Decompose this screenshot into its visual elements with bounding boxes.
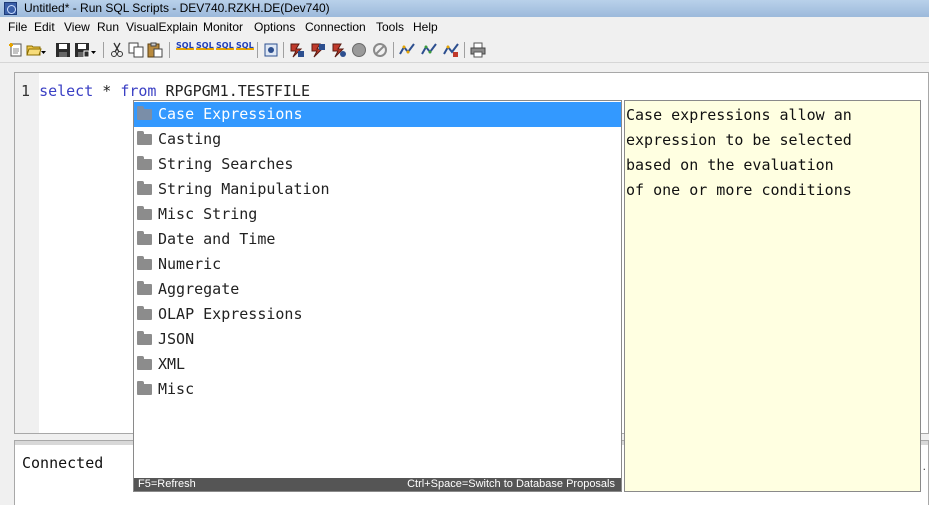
folder-icon	[137, 381, 152, 395]
folder-icon	[137, 206, 152, 220]
folder-icon	[137, 131, 152, 145]
menu-help[interactable]: Help	[413, 18, 438, 37]
app-icon	[4, 2, 17, 15]
toolbar-separator	[103, 42, 104, 58]
assist-description-panel: Case expressions allow an expression to …	[624, 100, 921, 492]
folder-icon	[137, 106, 152, 120]
folder-icon	[137, 256, 152, 270]
assist-item-label: Date and Time	[158, 230, 276, 248]
run-selected-icon[interactable]: SQL	[216, 41, 234, 50]
menu-connection[interactable]: Connection	[305, 18, 366, 37]
menu-monitor[interactable]: Monitor	[203, 18, 243, 37]
refresh-hint[interactable]: F5=Refresh	[138, 478, 196, 491]
assist-item-string-searches[interactable]: String Searches	[134, 152, 621, 177]
assist-item-misc[interactable]: Misc	[134, 377, 621, 402]
assist-item-label: Numeric	[158, 255, 222, 273]
assist-item-date-and-time[interactable]: Date and Time	[134, 227, 621, 252]
assist-item-label: String Manipulation	[158, 180, 330, 198]
assist-item-label: Case Expressions	[158, 105, 303, 123]
assist-footer: F5=Refresh Ctrl+Space=Switch to Database…	[134, 478, 621, 491]
toolbar-separator	[257, 42, 258, 58]
menu-run[interactable]: Run	[97, 18, 119, 37]
cut-icon[interactable]	[109, 42, 125, 58]
run-from-selected-icon[interactable]: SQL	[196, 41, 214, 50]
folder-icon	[137, 281, 152, 295]
menu-file[interactable]: File	[8, 18, 27, 37]
menu-tools[interactable]: Tools	[376, 18, 404, 37]
save-icon[interactable]	[55, 42, 71, 58]
folder-icon	[137, 356, 152, 370]
folder-icon	[137, 306, 152, 320]
assist-item-json[interactable]: JSON	[134, 327, 621, 352]
save-dropdown-icon[interactable]	[91, 42, 97, 58]
visual-explain-icon[interactable]	[331, 42, 347, 58]
open-dropdown-icon[interactable]	[41, 42, 47, 58]
toolbar: SQL SQL SQL SQL	[0, 38, 929, 63]
editor-gutter	[15, 73, 39, 433]
monitor-icon[interactable]	[421, 42, 437, 58]
monitor-stop-icon[interactable]	[443, 42, 459, 58]
line-number: 1	[21, 82, 31, 100]
explain-icon[interactable]	[289, 42, 305, 58]
menu-visualexplain[interactable]: VisualExplain	[126, 18, 198, 37]
table-name: RPGPGM1.TESTFILE	[156, 82, 310, 100]
run-and-explain-icon[interactable]	[310, 42, 326, 58]
assist-item-label: String Searches	[158, 155, 294, 173]
assist-item-aggregate[interactable]: Aggregate	[134, 277, 621, 302]
toolbar-separator	[283, 42, 284, 58]
print-icon[interactable]	[470, 42, 486, 58]
monitor-start-icon[interactable]	[399, 42, 415, 58]
copy-icon[interactable]	[128, 42, 144, 58]
assist-item-casting[interactable]: Casting	[134, 127, 621, 152]
toolbar-separator	[169, 42, 170, 58]
new-script-icon[interactable]	[8, 42, 24, 58]
cancel-icon[interactable]	[372, 42, 388, 58]
menu-options[interactable]: Options	[254, 18, 295, 37]
save-as-icon[interactable]	[74, 42, 90, 58]
folder-icon	[137, 156, 152, 170]
assist-item-label: OLAP Expressions	[158, 305, 303, 323]
content-assist-popup: Case Expressions Casting String Searches…	[133, 100, 622, 492]
assist-item-label: JSON	[158, 330, 195, 348]
assist-item-string-manipulation[interactable]: String Manipulation	[134, 177, 621, 202]
window-title: Untitled* - Run SQL Scripts - DEV740.RZK…	[24, 1, 330, 15]
code-star: *	[93, 82, 121, 100]
assist-item-label: XML	[158, 355, 186, 373]
assist-item-xml[interactable]: XML	[134, 352, 621, 377]
toolbar-separator	[393, 42, 394, 58]
toolbar-separator	[464, 42, 465, 58]
folder-icon	[137, 181, 152, 195]
switch-proposals-hint[interactable]: Ctrl+Space=Switch to Database Proposals	[407, 478, 615, 491]
folder-icon	[137, 331, 152, 345]
title-bar: Untitled* - Run SQL Scripts - DEV740.RZK…	[0, 0, 929, 17]
menu-bar: File Edit View Run VisualExplain Monitor…	[0, 18, 929, 37]
connection-status: Connected	[22, 454, 104, 472]
assist-item-label: Casting	[158, 130, 222, 148]
menu-edit[interactable]: Edit	[34, 18, 55, 37]
folder-icon	[137, 231, 152, 245]
open-icon[interactable]	[26, 42, 42, 58]
jdbc-settings-icon[interactable]	[263, 42, 279, 58]
keyword-select: select	[39, 82, 94, 100]
stop-icon[interactable]	[351, 42, 367, 58]
assist-item-label: Misc String	[158, 205, 258, 223]
run-next-icon[interactable]: SQL	[236, 41, 254, 50]
assist-item-label: Misc	[158, 380, 195, 398]
panel-corner-mark: .	[922, 459, 926, 473]
run-all-icon[interactable]: SQL	[176, 41, 194, 50]
keyword-from: from	[120, 82, 157, 100]
code-line[interactable]: 1 select * from RPGPGM1.TESTFILE	[21, 82, 310, 100]
menu-view[interactable]: View	[64, 18, 90, 37]
assist-item-case-expressions[interactable]: Case Expressions	[134, 102, 621, 127]
assist-item-numeric[interactable]: Numeric	[134, 252, 621, 277]
assist-item-label: Aggregate	[158, 280, 240, 298]
assist-item-olap-expressions[interactable]: OLAP Expressions	[134, 302, 621, 327]
assist-item-misc-string[interactable]: Misc String	[134, 202, 621, 227]
paste-icon[interactable]	[147, 42, 163, 58]
